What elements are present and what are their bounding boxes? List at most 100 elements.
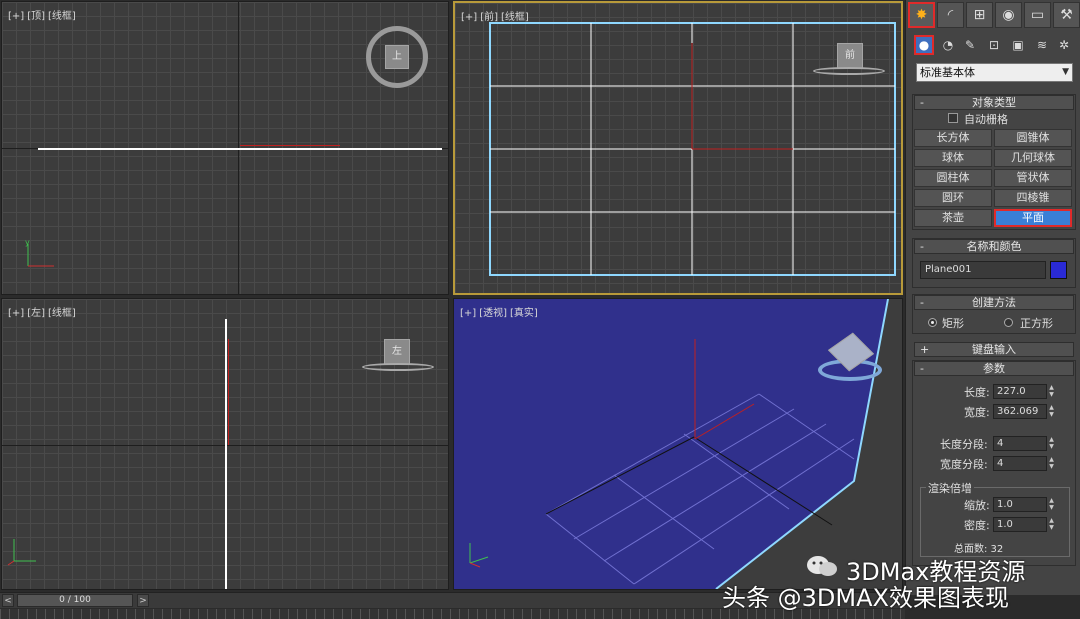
length-segs-label: 长度分段: — [940, 438, 988, 451]
viewcube[interactable]: 上 — [366, 26, 428, 88]
shapes-icon: ◔ — [942, 38, 954, 52]
density-spinner-input[interactable]: 1.0 — [993, 517, 1047, 532]
create-tab[interactable]: ✸ — [908, 2, 935, 28]
systems-category[interactable]: ✲ — [1054, 35, 1074, 55]
viewport-label[interactable]: [+] [透视] [真实] — [460, 304, 541, 319]
expand-icon: + — [920, 343, 930, 356]
camera-icon: ⊡ — [988, 38, 1000, 52]
wechat-icon — [807, 556, 837, 576]
viewport-view-name[interactable]: [顶] — [27, 11, 45, 22]
torus-button[interactable]: 圆环 — [914, 189, 992, 207]
viewcube-3d[interactable] — [816, 331, 886, 387]
viewcube[interactable]: 前 — [811, 39, 887, 79]
rollout-title: 对象类型 — [972, 96, 1016, 109]
modify-icon: ◜ — [947, 7, 954, 23]
scale-label: 缩放: — [964, 499, 990, 512]
viewport-top[interactable]: [+] [顶] [线框] 上 y — [1, 1, 449, 295]
spinner-arrows-icon[interactable]: ▲ ▼ — [1047, 517, 1056, 532]
spinner-arrows-icon[interactable]: ▲ ▼ — [1047, 497, 1056, 512]
viewport-menu[interactable]: [+] — [8, 11, 24, 22]
command-panel-tabs: ✸ ◜ ⊞ ◉ ▭ ⚒ — [908, 2, 1080, 28]
geometry-type-dropdown[interactable]: 标准基本体 ▼ — [916, 63, 1073, 82]
spinner-arrows-icon[interactable]: ▲ ▼ — [1047, 456, 1056, 471]
dropdown-value: 标准基本体 — [920, 66, 975, 79]
motion-tab[interactable]: ◉ — [995, 2, 1022, 28]
hierarchy-icon: ⊞ — [973, 7, 986, 23]
width-segs-label: 宽度分段: — [940, 458, 988, 471]
viewcube-ring[interactable] — [362, 363, 434, 371]
create-category-tabs: ● ◔ ✎ ⊡ ▣ ≋ ✲ — [914, 35, 1079, 55]
object-color-swatch[interactable] — [1050, 261, 1067, 279]
viewcube-ring[interactable] — [813, 67, 885, 75]
plane-edge-line — [38, 148, 442, 150]
axis-tripod-icon — [469, 543, 489, 568]
lights-category[interactable]: ✎ — [960, 35, 980, 55]
svg-text:y: y — [25, 238, 30, 247]
viewport-view-name[interactable]: [透视] — [479, 308, 507, 319]
box-button[interactable]: 长方体 — [914, 129, 992, 147]
viewport-label[interactable]: [+] [左] [线框] — [8, 304, 79, 319]
cameras-category[interactable]: ⊡ — [984, 35, 1004, 55]
square-radio[interactable] — [1004, 318, 1013, 327]
keyboard-entry-header[interactable]: + 键盘输入 — [914, 342, 1074, 357]
teapot-button[interactable]: 茶壶 — [914, 209, 992, 227]
tube-button[interactable]: 管状体 — [994, 169, 1072, 187]
plane-button[interactable]: 平面 — [994, 209, 1072, 227]
viewport-menu[interactable]: [+] — [460, 308, 476, 319]
width-spinner-input[interactable]: 362.069 — [993, 404, 1047, 419]
object-name-input[interactable]: Plane001 — [920, 261, 1046, 279]
hierarchy-tab[interactable]: ⊞ — [966, 2, 993, 28]
axis-tripod-icon: y — [25, 238, 54, 267]
sphere-button[interactable]: 球体 — [914, 149, 992, 167]
collapse-icon: - — [920, 240, 924, 253]
autogrid-checkbox[interactable] — [948, 113, 958, 123]
shapes-category[interactable]: ◔ — [938, 35, 958, 55]
viewcube-face[interactable]: 左 — [384, 339, 410, 365]
spinner-arrows-icon[interactable]: ▲ ▼ — [1047, 384, 1056, 399]
parameters-header[interactable]: - 参数 — [914, 361, 1074, 376]
cylinder-button[interactable]: 圆柱体 — [914, 169, 992, 187]
viewport-front[interactable]: [+] [前] [线框] 前 — [453, 1, 903, 295]
spacewarps-category[interactable]: ≋ — [1032, 35, 1052, 55]
scale-spinner-input[interactable]: 1.0 — [993, 497, 1047, 512]
name-color-header[interactable]: - 名称和颜色 — [914, 239, 1074, 254]
spinner-arrows-icon[interactable]: ▲ ▼ — [1047, 436, 1056, 451]
viewcube[interactable]: 左 — [360, 337, 438, 377]
viewport-perspective[interactable]: [+] [透视] [真实] — [453, 298, 903, 590]
rectangle-label: 矩形 — [942, 317, 964, 330]
display-tab[interactable]: ▭ — [1024, 2, 1051, 28]
viewport-shading-mode[interactable]: [真实] — [510, 308, 538, 319]
viewport-menu[interactable]: [+] — [8, 308, 24, 319]
rollout-title: 键盘输入 — [972, 343, 1016, 356]
viewport-shading-mode[interactable]: [线框] — [48, 11, 76, 22]
width-label: 宽度: — [964, 406, 990, 419]
rectangle-radio[interactable] — [928, 318, 937, 327]
modify-tab[interactable]: ◜ — [937, 2, 964, 28]
length-segs-spinner-input[interactable]: 4 — [993, 436, 1047, 451]
viewport-label[interactable]: [+] [顶] [线框] — [8, 7, 79, 22]
geometry-category[interactable]: ● — [914, 35, 934, 55]
next-frame-button[interactable]: > — [137, 594, 149, 607]
utilities-tab[interactable]: ⚒ — [1053, 2, 1080, 28]
helpers-category[interactable]: ▣ — [1008, 35, 1028, 55]
axis-tripod-icon — [7, 539, 36, 566]
pyramid-button[interactable]: 四棱锥 — [994, 189, 1072, 207]
geosphere-button[interactable]: 几何球体 — [994, 149, 1072, 167]
object-type-header[interactable]: - 对象类型 — [914, 95, 1074, 110]
cone-button[interactable]: 圆锥体 — [994, 129, 1072, 147]
viewport-left[interactable]: [+] [左] [线框] 左 — [1, 298, 449, 590]
viewport-view-name[interactable]: [左] — [27, 308, 45, 319]
width-segs-spinner-input[interactable]: 4 — [993, 456, 1047, 471]
render-multipliers-label: 渲染倍增 — [926, 480, 974, 496]
sphere-icon: ● — [918, 38, 930, 52]
command-panel: ✸ ◜ ⊞ ◉ ▭ ⚒ ● ◔ ✎ ⊡ ▣ ≋ ✲ 标准基本体 ▼ - 对象类型… — [905, 0, 1080, 595]
viewport-shading-mode[interactable]: [线框] — [48, 308, 76, 319]
creation-method-header[interactable]: - 创建方法 — [914, 295, 1074, 310]
length-spinner-input[interactable]: 227.0 — [993, 384, 1047, 399]
time-slider[interactable]: 0 / 100 — [17, 594, 133, 607]
viewcube-face[interactable]: 前 — [837, 43, 863, 69]
spinner-arrows-icon[interactable]: ▲ ▼ — [1047, 404, 1056, 419]
viewcube-face[interactable]: 上 — [385, 45, 409, 69]
create-icon: ✸ — [915, 7, 928, 23]
prev-frame-button[interactable]: < — [2, 594, 14, 607]
